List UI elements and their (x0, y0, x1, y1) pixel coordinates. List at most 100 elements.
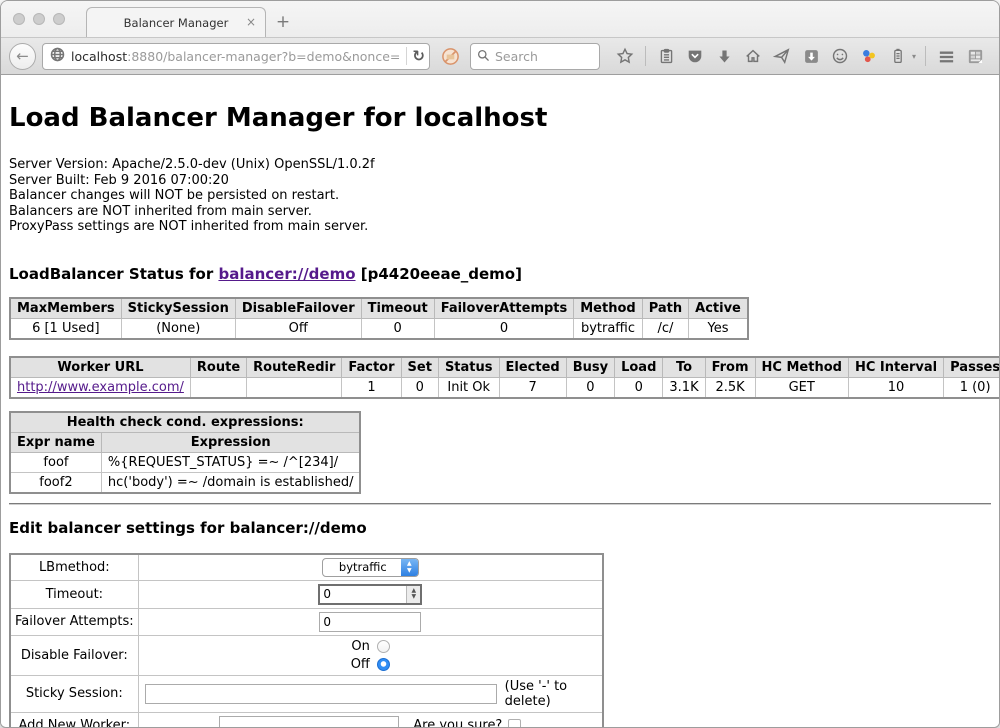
send-plane-icon[interactable] (771, 45, 793, 67)
toolbar-separator (645, 46, 646, 66)
table-header-cell: Expr name (10, 432, 101, 452)
reading-list-icon[interactable] (655, 45, 677, 67)
table-header-cell: StickySession (121, 298, 235, 319)
table-header-cell: Set (401, 357, 438, 378)
table-header-cell: Path (642, 298, 688, 319)
table-cell: 2.5K (705, 377, 755, 398)
balancer-settings-table: MaxMembersStickySessionDisableFailoverTi… (9, 297, 749, 340)
lbmethod-selected-value: bytraffic (323, 560, 401, 574)
table-cell: 7 (499, 377, 566, 398)
worker-url-link[interactable]: http://www.example.com/ (17, 380, 184, 395)
table-header-cell: HC Method (755, 357, 848, 378)
new-tab-button[interactable]: + (266, 9, 300, 35)
table-header-cell: Expression (101, 432, 360, 452)
table-cell: bytraffic (574, 318, 642, 339)
table-row: foof2hc('body') =~ /domain is establishe… (10, 472, 360, 493)
health-table-title: Health check cond. expressions: (10, 412, 360, 433)
table-cell: Init Ok (438, 377, 499, 398)
status-heading-suffix: [p4420eeae_demo] (356, 265, 522, 283)
browser-tab[interactable]: Balancer Manager × (86, 7, 266, 37)
table-header-cell: Route (190, 357, 246, 378)
menu-hamburger-icon[interactable] (935, 45, 957, 67)
feedback-smiley-icon[interactable] (829, 45, 851, 67)
table-cell: Yes (689, 318, 748, 339)
table-header-cell: FailoverAttempts (434, 298, 574, 319)
minimize-window-button[interactable] (33, 13, 45, 25)
timeout-label: Timeout: (10, 580, 138, 608)
window-controls[interactable] (13, 13, 65, 25)
radio-on-label: On (351, 639, 369, 654)
search-placeholder: Search (495, 49, 538, 64)
failover-attempts-input[interactable] (319, 612, 421, 632)
table-row: http://www.example.com/ 10Init Ok7003.1K… (10, 377, 999, 398)
table-cell: 0 (566, 377, 614, 398)
colored-dots-icon[interactable] (858, 45, 880, 67)
timeout-input-wrap: ▲▼ (318, 584, 422, 605)
disable-failover-label: Disable Failover: (10, 635, 138, 675)
table-cell: 6 [1 Used] (10, 318, 121, 339)
expression-cell: %{REQUEST_STATUS} =~ /^[234]/ (101, 452, 360, 472)
edit-balancer-form: LBmethod: bytraffic ▲▼ Timeout: ▲▼ (9, 553, 604, 728)
table-cell: 0 (434, 318, 574, 339)
table-cell: 0 (361, 318, 434, 339)
table-header-cell: Method (574, 298, 642, 319)
are-you-sure-checkbox[interactable] (508, 719, 521, 727)
reload-icon[interactable]: ↻ (412, 47, 425, 65)
page-title: Load Balancer Manager for localhost (9, 103, 991, 133)
toolbar-icons: ▾ (614, 45, 986, 67)
add-worker-input[interactable] (219, 716, 399, 728)
back-button[interactable]: ← (9, 43, 36, 70)
table-row: 6 [1 Used](None)Off00bytraffic/c/Yes (10, 318, 748, 339)
server-info: Server Version: Apache/2.5.0-dev (Unix) … (9, 157, 991, 235)
table-cell: /c/ (642, 318, 688, 339)
url-text[interactable]: localhost:8880/balancer-manager?b=demo&n… (71, 49, 401, 64)
table-header-cell: Timeout (361, 298, 434, 319)
table-header-cell: From (705, 357, 755, 378)
image-block-icon[interactable] (439, 45, 461, 67)
save-page-icon[interactable] (800, 45, 822, 67)
disable-failover-off-radio[interactable] (377, 658, 390, 671)
url-separator (406, 47, 407, 65)
close-window-button[interactable] (13, 13, 25, 25)
tab-close-icon[interactable]: × (246, 15, 256, 29)
table-cell: GET (755, 377, 848, 398)
home-icon[interactable] (742, 45, 764, 67)
zoom-window-button[interactable] (53, 13, 65, 25)
health-check-table: Health check cond. expressions:Expr name… (9, 411, 361, 494)
table-cell (247, 377, 342, 398)
browser-window: Balancer Manager × + ← localhost:8880/ba… (0, 0, 1000, 728)
status-heading-prefix: LoadBalancer Status for (9, 265, 218, 283)
url-path: :8880/balancer-manager?b=demo&nonce=decc… (127, 49, 401, 64)
chevron-down-icon[interactable]: ▾ (912, 52, 916, 61)
timeout-input[interactable] (320, 586, 406, 603)
balancer-link[interactable]: balancer://demo (218, 265, 355, 283)
server-info-line: Balancer changes will NOT be persisted o… (9, 188, 991, 204)
sticky-session-input[interactable] (145, 684, 497, 704)
expr-name-cell: foof2 (10, 472, 101, 493)
downloads-icon[interactable] (713, 45, 735, 67)
search-bar[interactable]: Search (470, 43, 600, 70)
pocket-icon[interactable] (684, 45, 706, 67)
search-icon (477, 47, 490, 66)
url-bar[interactable]: localhost:8880/balancer-manager?b=demo&n… (42, 43, 430, 70)
select-stepper-icon: ▲▼ (401, 558, 418, 577)
table-cell: (None) (121, 318, 235, 339)
failover-attempts-label: Failover Attempts: (10, 608, 138, 635)
table-cell: 1 (342, 377, 401, 398)
disable-failover-on-radio[interactable] (377, 640, 390, 653)
navigation-toolbar: ← localhost:8880/balancer-manager?b=demo… (1, 37, 999, 75)
tab-groups-icon[interactable] (964, 45, 986, 67)
number-spinner-icon[interactable]: ▲▼ (406, 586, 420, 603)
back-icon: ← (16, 47, 29, 65)
table-cell: 10 (848, 377, 943, 398)
lbmethod-select[interactable]: bytraffic ▲▼ (322, 558, 419, 577)
table-header-cell: MaxMembers (10, 298, 121, 319)
battery-icon[interactable] (887, 45, 909, 67)
table-header-cell: Elected (499, 357, 566, 378)
expression-cell: hc('body') =~ /domain is established/ (101, 472, 360, 493)
table-cell: 1 (0) (944, 377, 999, 398)
table-cell: 3.1K (663, 377, 705, 398)
are-you-sure-label: Are you sure? (413, 718, 521, 727)
bookmark-star-icon[interactable] (614, 45, 636, 67)
table-cell: Off (235, 318, 361, 339)
